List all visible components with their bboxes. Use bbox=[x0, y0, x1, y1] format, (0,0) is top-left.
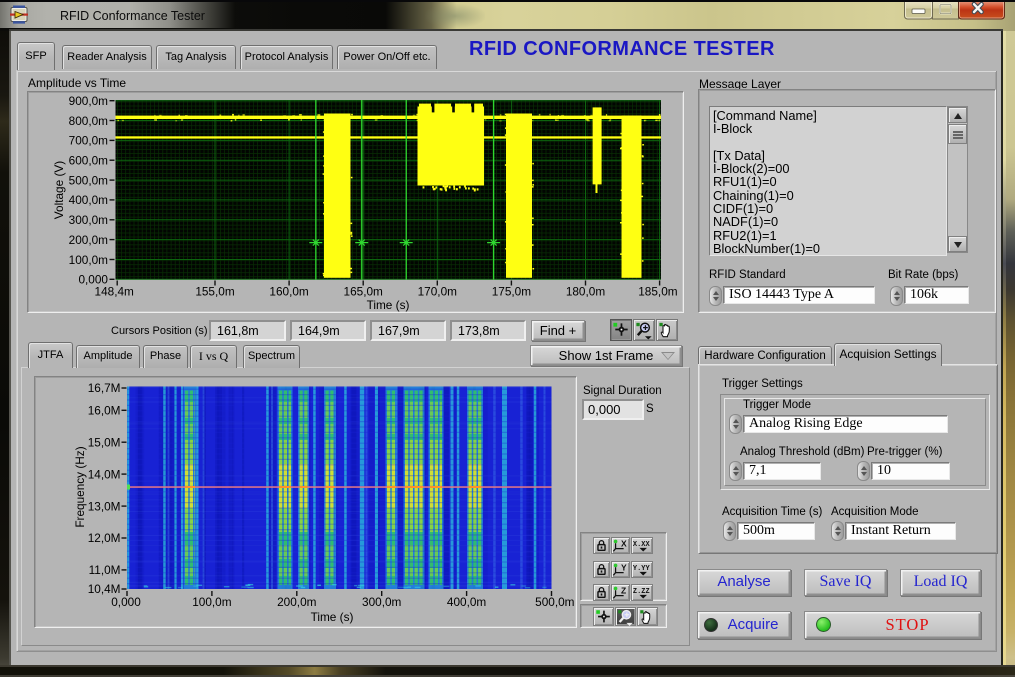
svg-text:400,0m: 400,0m bbox=[447, 595, 487, 609]
svg-text:300,0m: 300,0m bbox=[362, 595, 402, 609]
svg-text:Y: Y bbox=[620, 562, 626, 572]
svg-text:X: X bbox=[620, 538, 626, 548]
svg-text:500,0m: 500,0m bbox=[535, 595, 575, 609]
svg-text:14,0M: 14,0M bbox=[88, 467, 121, 481]
svg-text:Z: Z bbox=[620, 585, 625, 595]
svg-text:16,7M: 16,7M bbox=[88, 381, 121, 395]
svg-text:11,0M: 11,0M bbox=[89, 563, 121, 577]
svg-text:16,0M: 16,0M bbox=[88, 404, 121, 418]
svg-text:Y.YY: Y.YY bbox=[632, 564, 650, 572]
svg-text:0,000: 0,000 bbox=[111, 595, 141, 609]
svg-text:200,0m: 200,0m bbox=[277, 595, 317, 609]
svg-text:Frequency (Hz): Frequency (Hz) bbox=[73, 446, 87, 527]
svg-text:15,0M: 15,0M bbox=[88, 435, 121, 449]
svg-text:100,0m: 100,0m bbox=[192, 595, 232, 609]
svg-text:13,0M: 13,0M bbox=[88, 499, 121, 513]
svg-text:Time (s): Time (s) bbox=[311, 610, 354, 624]
svg-text:X.XX: X.XX bbox=[632, 541, 650, 549]
svg-text:12,0M: 12,0M bbox=[88, 531, 121, 545]
svg-text:Z.ZZ: Z.ZZ bbox=[632, 587, 649, 595]
